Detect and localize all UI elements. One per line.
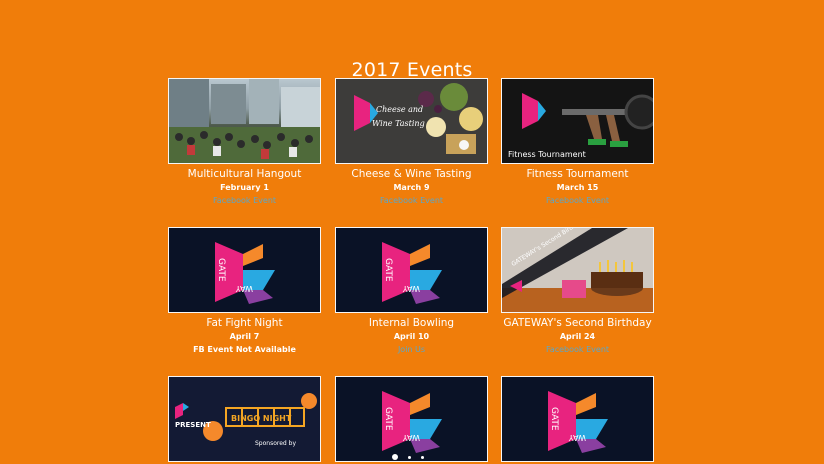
pagination-dot-3[interactable] [421, 455, 424, 459]
event-card-gateway-9[interactable]: GATE WAY [501, 376, 654, 462]
logo-text-bottom: WAY [236, 284, 253, 293]
event-name: GATEWAY's Second Birthday [503, 317, 652, 329]
join-us-link[interactable]: Join Us [335, 345, 488, 354]
image-text-line-2: Wine Tasting [372, 119, 425, 128]
image-text-line-1: Cheese and [376, 105, 424, 114]
logo-text-top: GATE [383, 258, 393, 282]
event-card-internal-bowling[interactable]: GATE WAY Internal Bowling April 10 Join … [335, 227, 488, 354]
event-name: Multicultural Hangout [187, 168, 302, 180]
event-date: April 10 [393, 332, 430, 341]
event-image-cheese-wine[interactable]: Cheese and Wine Tasting [335, 78, 488, 164]
event-image-crowd-photo[interactable] [168, 78, 321, 164]
event-card-gateway-8[interactable]: GATE WAY [335, 376, 488, 462]
birthday-illustration [502, 228, 653, 312]
facebook-event-link[interactable]: Facebook Event [501, 196, 654, 205]
event-card-cheese-wine[interactable]: Cheese and Wine Tasting Cheese & Wine Ta… [335, 78, 488, 205]
event-card-fitness-tournament[interactable]: Fitness Tournament Fitness Tournament Ma… [501, 78, 654, 205]
pagination-dots [392, 454, 424, 460]
event-image-gateway-logo[interactable]: GATE WAY [335, 376, 488, 462]
event-image-birthday[interactable]: GATEWAY's Second Birthday [501, 227, 654, 313]
event-name: Cheese & Wine Tasting [351, 168, 472, 180]
event-link-unavailable: FB Event Not Available [193, 345, 296, 354]
event-card-bingo-night[interactable]: PRESENT BINGO NIGHT Sponsored by [168, 376, 321, 462]
logo-text-bottom: WAY [569, 433, 586, 442]
gateway-logo-icon: GATE WAY [382, 242, 442, 304]
logo-text-top: GATE [549, 407, 559, 431]
logo-text-top: GATE [216, 258, 226, 282]
facebook-event-link[interactable]: Facebook Event [501, 345, 654, 354]
event-date: April 24 [559, 332, 596, 341]
pagination-dot-2[interactable] [408, 455, 411, 459]
image-text-sponsor: Sponsored by [255, 440, 296, 447]
gateway-logo-icon: GATE WAY [382, 391, 442, 453]
event-image-gateway-logo[interactable]: GATE WAY [501, 376, 654, 462]
crowd-photo-illustration [169, 79, 320, 163]
event-card-multicultural-hangout[interactable]: Multicultural Hangout February 1 Faceboo… [168, 78, 321, 205]
logo-text-bottom: WAY [403, 284, 420, 293]
event-name: Internal Bowling [368, 317, 455, 329]
facebook-event-link[interactable]: Facebook Event [168, 196, 321, 205]
gateway-logo-icon: GATE WAY [548, 391, 608, 453]
event-image-gateway-logo[interactable]: GATE WAY [168, 227, 321, 313]
event-date: March 9 [393, 183, 430, 192]
event-date: February 1 [220, 183, 269, 192]
event-card-second-birthday[interactable]: GATEWAY's Second Birthday GATEWAY's Seco… [501, 227, 654, 354]
event-image-fitness[interactable]: Fitness Tournament [501, 78, 654, 164]
pagination-dot-1[interactable] [392, 454, 398, 460]
event-name: Fat Fight Night [206, 317, 283, 329]
gateway-logo-icon: GATE WAY [215, 242, 275, 304]
logo-text-bottom: WAY [403, 433, 420, 442]
logo-text-top: GATE [383, 407, 393, 431]
event-date: April 7 [229, 332, 260, 341]
event-name: Fitness Tournament [526, 168, 629, 180]
image-caption-fitness: Fitness Tournament [508, 150, 586, 159]
event-date: March 15 [556, 183, 599, 192]
image-text-present: PRESENT [175, 421, 211, 429]
image-text-bingo: BINGO NIGHT [231, 414, 292, 423]
event-card-fat-fight-night[interactable]: GATE WAY Fat Fight Night April 7 FB Even… [168, 227, 321, 354]
event-image-gateway-logo[interactable]: GATE WAY [335, 227, 488, 313]
event-image-bingo[interactable]: PRESENT BINGO NIGHT Sponsored by [168, 376, 321, 462]
facebook-event-link[interactable]: Facebook Event [335, 196, 488, 205]
